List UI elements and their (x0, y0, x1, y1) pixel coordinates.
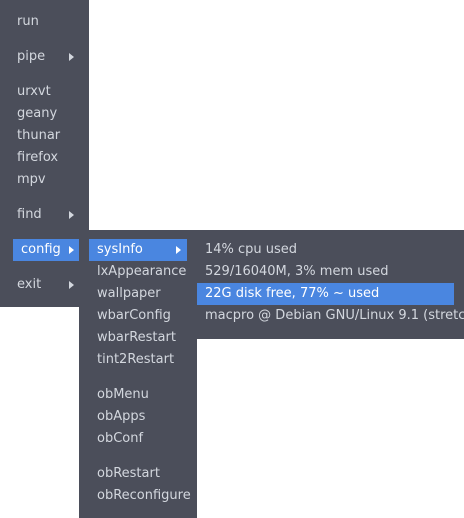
menu-item-mem-usage[interactable]: 529/16040M, 3% mem used (197, 261, 454, 283)
submenu-arrow-icon (69, 211, 74, 219)
menu-item-exit[interactable]: exit (9, 274, 80, 296)
menu-item-geany[interactable]: geany (9, 103, 80, 125)
menu-item-cpu-usage[interactable]: 14% cpu used (197, 239, 454, 261)
menu-item-firefox[interactable]: firefox (9, 147, 80, 169)
menu-item-label: pipe (17, 49, 46, 64)
menu-item-label: config (21, 242, 61, 257)
menu-item-wbarconfig[interactable]: wbarConfig (89, 305, 188, 327)
menu-item-tint2restart[interactable]: tint2Restart (89, 349, 188, 371)
menu-item-lxappearance[interactable]: lxAppearance (89, 261, 188, 283)
menu-item-obmenu[interactable]: obMenu (89, 384, 188, 406)
sysinfo-submenu: 14% cpu used 529/16040M, 3% mem used 22G… (188, 230, 464, 339)
menu-item-os-info[interactable]: macpro @ Debian GNU/Linux 9.1 (stretch) (197, 305, 464, 327)
menu-item-obreconfigure[interactable]: obReconfigure (89, 485, 191, 507)
menu-item-sysinfo[interactable]: sysInfo (89, 239, 187, 261)
menu-item-run[interactable]: run (9, 11, 80, 33)
menu-item-mpv[interactable]: mpv (9, 169, 80, 191)
menu-item-disk-usage[interactable]: 22G disk free, 77% ~ used (197, 283, 454, 305)
menu-item-wallpaper[interactable]: wallpaper (89, 283, 188, 305)
menu-item-obrestart[interactable]: obRestart (89, 463, 188, 485)
menu-item-wbarrestart[interactable]: wbarRestart (89, 327, 188, 349)
menu-item-find[interactable]: find (9, 204, 80, 226)
menu-item-label: sysInfo (97, 242, 143, 257)
menu-item-label: exit (17, 277, 42, 292)
root-menu: run pipe urxvt geany thunar firefox mpv … (0, 0, 89, 307)
menu-item-config[interactable]: config (13, 239, 80, 261)
menu-item-obapps[interactable]: obApps (89, 406, 188, 428)
config-submenu: sysInfo lxAppearance wallpaper wbarConfi… (79, 230, 197, 518)
submenu-arrow-icon (176, 246, 181, 254)
submenu-arrow-icon (69, 246, 74, 254)
menu-item-pipe[interactable]: pipe (9, 46, 80, 68)
submenu-arrow-icon (69, 53, 74, 61)
menu-item-urxvt[interactable]: urxvt (9, 81, 80, 103)
submenu-arrow-icon (69, 281, 74, 289)
menu-item-obconf[interactable]: obConf (89, 428, 188, 450)
menu-item-label: find (17, 207, 42, 222)
menu-item-thunar[interactable]: thunar (9, 125, 80, 147)
